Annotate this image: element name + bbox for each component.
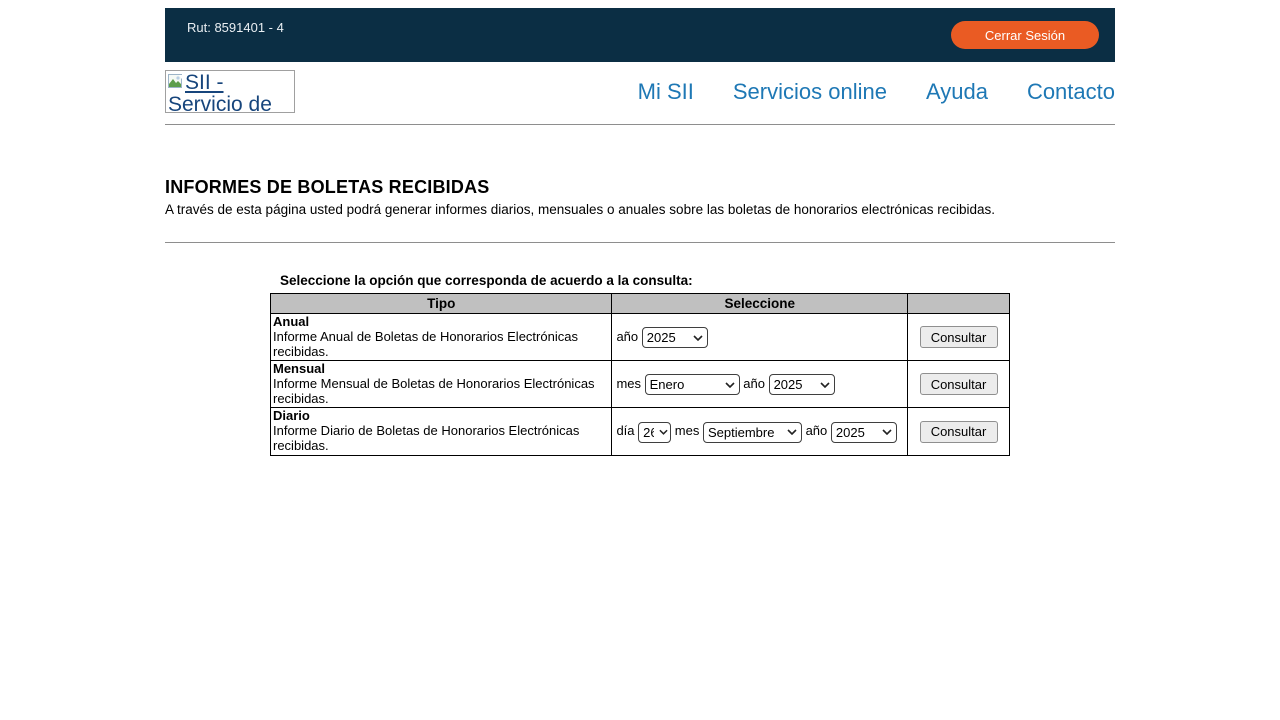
diario-seleccione-cell: día 26 mes Septiembre año [612, 408, 908, 456]
anual-type-label: Anual [273, 314, 607, 329]
mensual-tipo-cell: Mensual Informe Mensual de Boletas de Ho… [271, 361, 612, 408]
diario-action-cell: Consultar [908, 408, 1010, 456]
seleccione-column-header: Seleccione [612, 294, 908, 314]
actions-column-header [908, 294, 1010, 314]
logout-button[interactable]: Cerrar Sesión [951, 21, 1099, 49]
anual-year-select-wrap: 2025 [642, 326, 708, 349]
diario-month-select[interactable]: Septiembre [703, 422, 802, 443]
mensual-year-label: año [743, 376, 765, 391]
diario-day-select[interactable]: 26 [638, 422, 671, 443]
mensual-month-label: mes [616, 376, 641, 391]
anual-action-cell: Consultar [908, 314, 1010, 361]
rut-label: Rut: 8591401 - 4 [187, 20, 284, 62]
nav-link-mi-sii[interactable]: Mi SII [638, 79, 694, 105]
mensual-type-label: Mensual [273, 361, 607, 376]
mensual-month-select-wrap: Enero [645, 373, 740, 396]
site-header: SII - Servicio de Mi SII Servicios onlin… [165, 70, 1115, 113]
header-divider [165, 124, 1115, 125]
diario-month-select-wrap: Septiembre [703, 421, 802, 444]
diario-tipo-cell: Diario Informe Diario de Boletas de Hono… [271, 408, 612, 456]
broken-image-icon [168, 74, 184, 89]
diario-year-label: año [806, 423, 828, 438]
anual-year-label: año [616, 329, 638, 344]
content-divider [165, 242, 1115, 243]
tipo-column-header: Tipo [271, 294, 612, 314]
diario-year-select-wrap: 2025 [831, 421, 897, 444]
mensual-year-select[interactable]: 2025 [769, 374, 835, 395]
report-row-diario: Diario Informe Diario de Boletas de Hono… [271, 408, 1010, 456]
mensual-month-select[interactable]: Enero [645, 374, 740, 395]
mensual-action-cell: Consultar [908, 361, 1010, 408]
diario-year-select[interactable]: 2025 [831, 422, 897, 443]
anual-tipo-cell: Anual Informe Anual de Boletas de Honora… [271, 314, 612, 361]
nav-link-contacto[interactable]: Contacto [1027, 79, 1115, 105]
page-container: Rut: 8591401 - 4 Cerrar Sesión SII - Ser… [165, 0, 1115, 456]
diario-type-description: Informe Diario de Boletas de Honorarios … [273, 423, 579, 453]
anual-seleccione-cell: año 2025 [612, 314, 908, 361]
diario-type-label: Diario [273, 408, 607, 423]
diario-consultar-button[interactable]: Consultar [920, 421, 998, 443]
diario-day-label: día [616, 423, 634, 438]
page-description: A través de esta página usted podrá gene… [165, 202, 1115, 218]
anual-type-description: Informe Anual de Boletas de Honorarios E… [273, 329, 578, 359]
page-title: INFORMES DE BOLETAS RECIBIDAS [165, 178, 1115, 197]
nav-link-servicios-online[interactable]: Servicios online [733, 79, 887, 105]
diario-day-select-wrap: 26 [638, 421, 671, 444]
sii-logo-link[interactable]: SII - Servicio de [165, 70, 295, 113]
logo-alt-text: SII - Servicio de [168, 71, 272, 113]
table-header-row: Tipo Seleccione [271, 294, 1010, 314]
reports-table: Tipo Seleccione Anual Informe Anual de B… [270, 293, 1010, 456]
anual-year-select[interactable]: 2025 [642, 327, 708, 348]
report-row-anual: Anual Informe Anual de Boletas de Honora… [271, 314, 1010, 361]
session-bar: Rut: 8591401 - 4 Cerrar Sesión [165, 8, 1115, 62]
consulta-prompt: Seleccione la opción que corresponda de … [270, 273, 1010, 288]
mensual-seleccione-cell: mes Enero año 2025 [612, 361, 908, 408]
main-navigation: Mi SII Servicios online Ayuda Contacto [638, 79, 1115, 105]
mensual-year-select-wrap: 2025 [769, 373, 835, 396]
report-row-mensual: Mensual Informe Mensual de Boletas de Ho… [271, 361, 1010, 408]
consulta-section: Seleccione la opción que corresponda de … [270, 273, 1010, 456]
diario-month-label: mes [675, 423, 700, 438]
nav-link-ayuda[interactable]: Ayuda [926, 79, 988, 105]
anual-consultar-button[interactable]: Consultar [920, 326, 998, 348]
mensual-type-description: Informe Mensual de Boletas de Honorarios… [273, 376, 595, 406]
mensual-consultar-button[interactable]: Consultar [920, 373, 998, 395]
